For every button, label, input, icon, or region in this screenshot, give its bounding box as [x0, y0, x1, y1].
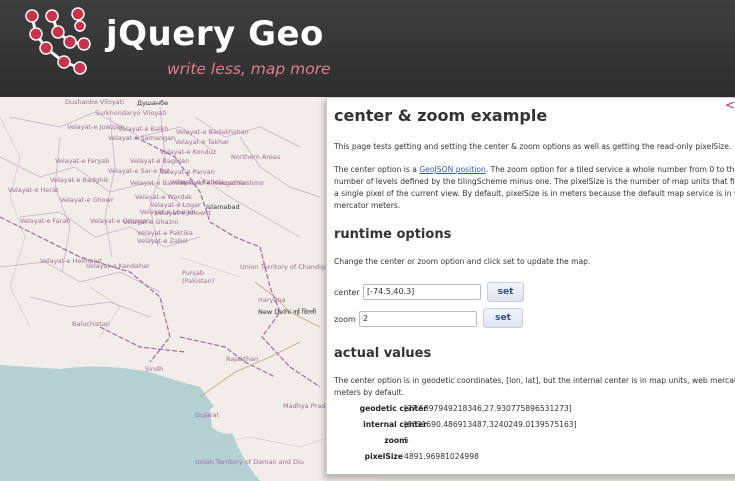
- map-place-label: Velayat-e Kandahar: [86, 262, 150, 270]
- set-center-button[interactable]: set: [487, 282, 524, 302]
- map-city-label: Islamabad: [206, 203, 240, 211]
- intro-text: This page tests getting and setting the …: [334, 142, 732, 151]
- center-input[interactable]: [-74.5,40.3]: [363, 284, 481, 300]
- map-place-label: Sindh: [145, 365, 164, 373]
- map-place-label: Velayat-e Baghlan: [130, 157, 190, 165]
- app-title: jQuery Geo: [106, 14, 324, 54]
- map-place-label: Haryana: [258, 296, 286, 304]
- map-place-label: Rajasthan: [226, 355, 259, 363]
- header-bar: jQuery Geo write less, map more: [0, 0, 735, 97]
- map-place-label: Velayat-e Khowst: [155, 209, 212, 217]
- value-text: [8631690.486913487,3240249.0139575163]: [404, 420, 577, 429]
- center-description: The center option is a GeoJSON position.…: [334, 165, 735, 210]
- map-place-label: Velayat-e Balkh: [118, 125, 169, 133]
- panel-heading: center & zoom example: [334, 106, 548, 125]
- map-place-label: Velayat-e Wardak: [135, 193, 192, 201]
- value-row: zoom 5: [327, 436, 735, 448]
- map-place-label: Velayat-e Badghis: [50, 176, 109, 184]
- map-place-label: Душанбе: [137, 99, 169, 107]
- map-place-label: Northern Areas: [231, 153, 281, 161]
- value-row: internal center [8631690.486913487,32402…: [327, 420, 735, 432]
- map-place-label: Velayat-e Zabol: [137, 237, 188, 245]
- runtime-options-heading: runtime options: [334, 227, 452, 242]
- actual-values-description: The center option is in geodetic coordin…: [334, 376, 735, 397]
- map-place-label: Velayat-e Farah: [20, 217, 71, 225]
- map-place-label: Velayat-e Ghazni: [123, 218, 178, 226]
- actual-values-heading: actual values: [334, 346, 432, 361]
- value-text: [77.5397949218346,27.930775896531273]: [404, 404, 572, 413]
- map-place-label: Velayat-e Takhar: [175, 138, 229, 146]
- map-place-label: Velayat-e Herat: [8, 186, 59, 194]
- value-row: geodetic center [77.5397949218346,27.930…: [327, 404, 735, 416]
- geojson-position-link[interactable]: GeoJSON position: [419, 165, 485, 174]
- value-row: pixelSize 4891.96981024998: [327, 452, 735, 464]
- jquery-geo-logo-icon: [25, 7, 91, 75]
- map-place-label: Baluchistan: [72, 320, 110, 328]
- center-label: center: [334, 288, 360, 297]
- value-key: pixelSize: [364, 452, 403, 461]
- map-place-label: Velayat-e Jowzjan: [67, 123, 125, 131]
- map-place-label: Azad Kashmir: [220, 179, 265, 187]
- map-city-label: New Delhi नई दिल्ली: [258, 308, 317, 316]
- map-place-label: Punjab: [182, 269, 204, 277]
- zoom-label: zoom: [334, 315, 356, 324]
- value-text: 5: [404, 436, 409, 445]
- map-place-label: Velayat-e Ghowr: [60, 196, 114, 204]
- map-place-label: Surkhondaryo Viloyati: [95, 109, 167, 117]
- map-place-label: Velayat-e Faryab: [55, 157, 110, 165]
- map-place-label: Gujarat: [195, 411, 220, 419]
- map-place-label: Velayat-e Konduz: [160, 148, 217, 156]
- app-tagline: write less, map more: [167, 60, 331, 78]
- map-place-label: Velayat-e Samangan: [108, 134, 176, 142]
- map-place-label: Union Territory of Chandigarh: [240, 263, 336, 271]
- collapse-arrow-icon[interactable]: <: [725, 98, 735, 112]
- value-text: 4891.96981024998: [404, 452, 479, 461]
- runtime-description: Change the center or zoom option and cli…: [334, 257, 591, 266]
- zoom-input[interactable]: 2: [359, 311, 477, 327]
- map-place-label: (Pakistan): [182, 277, 215, 285]
- map-place-label: Union Territory of Daman and Diu: [195, 458, 304, 466]
- example-panel: < center & zoom example This page tests …: [326, 97, 735, 476]
- map-place-label: Dushanbe Viloyati: [65, 98, 125, 106]
- map-place-label: Velayat-e Paktika: [137, 229, 193, 237]
- set-zoom-button[interactable]: set: [483, 308, 523, 328]
- map-place-label: Velayat-e Parvan: [160, 168, 215, 176]
- map-place-label: Velayat-e Badakhshan: [176, 128, 249, 136]
